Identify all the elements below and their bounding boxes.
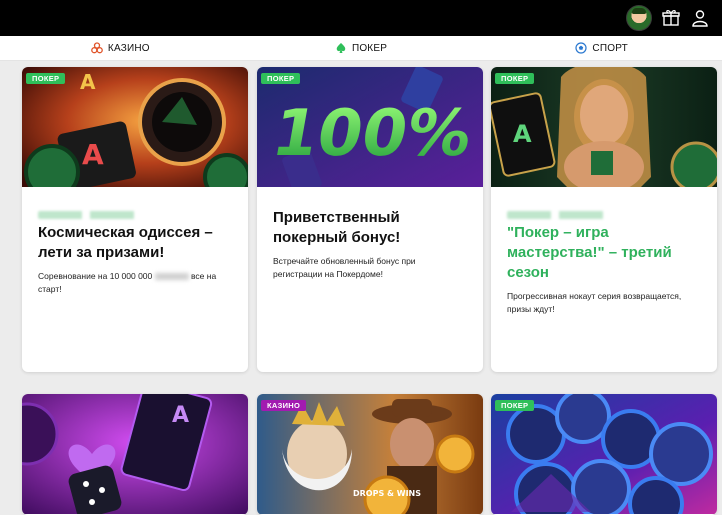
promo-card-poker-skill[interactable]: A ПОКЕР "Покер – игра мастерства!" – тре… xyxy=(491,67,717,372)
category-badge: КАЗИНО xyxy=(261,400,307,411)
promo-date xyxy=(507,211,611,219)
promo-image: A A ПОКЕР xyxy=(22,67,248,187)
drops-wins-logo: DROPS & WINS xyxy=(353,489,421,498)
promo-image: ПОКЕР xyxy=(491,394,717,514)
tab-sport-label: СПОРТ xyxy=(592,42,628,54)
promo-card-welcome-bonus[interactable]: 100% ПОКЕР Приветственный покерный бонус… xyxy=(257,67,483,372)
category-nav: КАЗИНО ПОКЕР СПОРТ xyxy=(0,36,722,61)
gift-icon[interactable] xyxy=(661,8,681,28)
promo-card-dice[interactable]: A xyxy=(22,394,248,515)
user-icon[interactable] xyxy=(690,8,710,28)
promo-image: A ПОКЕР xyxy=(491,67,717,187)
svg-text:A: A xyxy=(513,120,532,148)
category-badge: ПОКЕР xyxy=(495,73,535,84)
casino-icon xyxy=(91,42,103,54)
promo-image: A xyxy=(22,394,248,514)
promo-card-space-odyssey[interactable]: A A ПОКЕР Космическая одиссея – лети за … xyxy=(22,67,248,372)
promo-card-drops-wins[interactable]: DROPS & WINS КАЗИНО xyxy=(257,394,483,515)
category-badge: ПОКЕР xyxy=(26,73,66,84)
top-icons xyxy=(626,0,710,36)
ball-icon xyxy=(575,42,588,54)
tab-casino-label: КАЗИНО xyxy=(107,42,150,54)
tab-casino[interactable]: КАЗИНО xyxy=(0,36,241,60)
promo-card-poker-chips[interactable]: ПОКЕР xyxy=(491,394,717,515)
category-badge: ПОКЕР xyxy=(261,73,301,84)
blurred-text xyxy=(154,273,189,281)
promo-image: 100% ПОКЕР xyxy=(257,67,483,187)
tab-poker[interactable]: ПОКЕР xyxy=(241,36,482,60)
promo-date xyxy=(38,211,142,219)
promo-title: "Покер – игра мастерства!" – третий сезо… xyxy=(507,224,672,281)
promo-title: Космическая одиссея – лети за призами! xyxy=(38,224,213,261)
tab-sport[interactable]: СПОРТ xyxy=(481,36,722,60)
promo-description: Соревнование на 10 000 000 все на старт! xyxy=(38,271,217,294)
bonus-percent-text: 100% xyxy=(267,96,478,170)
promo-description: Встречайте обновленный бонус при регистр… xyxy=(273,256,416,279)
spade-icon xyxy=(336,43,346,53)
category-badge: ПОКЕР xyxy=(495,400,535,411)
top-bar xyxy=(0,0,722,36)
svg-text:A: A xyxy=(80,70,96,94)
promo-title: Приветственный покерный бонус! xyxy=(273,209,401,246)
tab-poker-label: ПОКЕР xyxy=(351,42,388,54)
avatar[interactable] xyxy=(626,5,652,31)
svg-text:A: A xyxy=(172,403,189,428)
promo-description: Прогрессивная нокаут серия возвращается,… xyxy=(507,291,682,314)
promo-image: DROPS & WINS КАЗИНО xyxy=(257,394,483,514)
svg-text:A: A xyxy=(82,138,104,171)
